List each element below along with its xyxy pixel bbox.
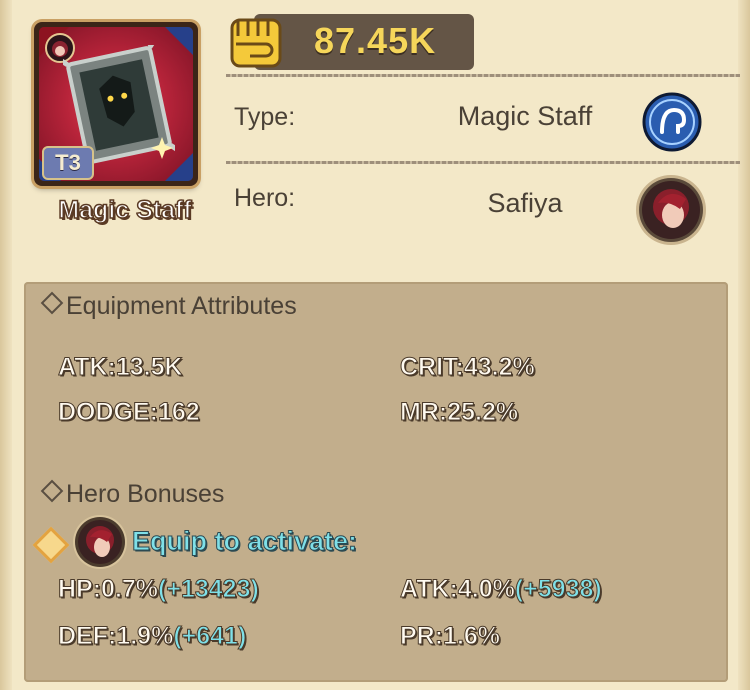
stat-dodge: DODGE:162 <box>58 398 201 427</box>
stat-crit: CRIT:43.2% <box>400 353 536 382</box>
hero-label: Hero: <box>234 184 296 212</box>
section-diamond-icon <box>40 479 64 503</box>
frame-right-border <box>738 0 750 690</box>
bonus-def-value: DEF:1.9% <box>57 622 174 651</box>
fist-icon <box>230 18 282 68</box>
bonus-def-extra: (+641) <box>173 622 247 651</box>
bonus-atk-extra: (+5938) <box>514 575 602 604</box>
type-label: Type: <box>234 103 296 131</box>
divider <box>226 74 740 77</box>
bonus-hp-extra: (+13423) <box>158 575 260 604</box>
item-icon-card[interactable]: T3 <box>34 22 198 186</box>
hero-bonuses-title: Hero Bonuses <box>40 479 225 509</box>
hero-small-portrait <box>78 520 122 564</box>
tier-badge: T3 <box>42 146 94 180</box>
hero-name: Safiya <box>487 188 563 218</box>
bonus-atk: ATK:4.0%(+5938) <box>400 575 603 604</box>
divider <box>226 161 740 164</box>
bonus-def: DEF:1.9%(+641) <box>57 622 247 651</box>
equipment-attributes-label: Equipment Attributes <box>66 292 297 320</box>
equipment-attributes-title: Equipment Attributes <box>40 291 297 321</box>
hero-portrait[interactable] <box>642 181 700 239</box>
bonus-pr-value: PR:1.6% <box>399 622 501 651</box>
power-value: 87.45K <box>314 20 437 61</box>
item-name-label: Magic Staff <box>58 195 193 225</box>
stat-mr: MR:25.2% <box>399 398 519 427</box>
type-value: Magic Staff <box>457 101 593 131</box>
bonus-hp: HP:0.7%(+13423) <box>57 575 260 604</box>
bonus-atk-value: ATK:4.0% <box>400 575 516 604</box>
hero-bonuses-label: Hero Bonuses <box>66 480 225 508</box>
bonus-hp-value: HP:0.7% <box>57 575 159 604</box>
stat-atk: ATK:13.5K <box>58 353 184 382</box>
equip-to-activate-text: Equip to activate: <box>131 526 358 557</box>
frame-left-border <box>0 0 12 690</box>
mage-class-icon[interactable] <box>642 92 702 152</box>
bonus-pr: PR:1.6% <box>399 622 501 651</box>
section-diamond-icon <box>40 291 64 315</box>
